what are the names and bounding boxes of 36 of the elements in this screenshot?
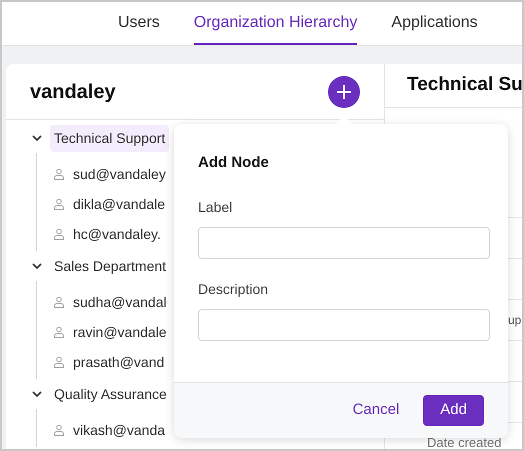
user-item[interactable]: prasath@vand (73, 352, 164, 372)
field-label: Label (198, 198, 234, 216)
dialog-title: Add Node (197, 153, 270, 173)
details-title: Technical Su (407, 73, 522, 98)
add-button[interactable]: Add (423, 395, 484, 426)
user-item[interactable]: sud@vandaley (73, 164, 166, 184)
user-icon (53, 228, 65, 240)
tab[interactable]: Organization Hierarchy (194, 2, 358, 45)
user-icon (53, 168, 65, 180)
tree-node[interactable]: Technical Support (50, 124, 170, 152)
user-icon (53, 326, 65, 338)
tab[interactable]: Applications (391, 2, 478, 45)
tree-node[interactable]: Quality Assurance (50, 380, 171, 408)
tree-title: vandaley (30, 80, 116, 104)
user-item[interactable]: hc@vandaley. (73, 224, 161, 244)
user-icon (53, 356, 65, 368)
tree-node[interactable]: Sales Department (50, 252, 170, 280)
chevron-icon[interactable] (32, 389, 42, 399)
user-item[interactable]: sudha@vandal (73, 292, 167, 312)
cancel-button[interactable]: Cancel (352, 395, 400, 426)
user-item[interactable]: dikla@vandale (73, 194, 166, 214)
field-label: Description (198, 280, 270, 299)
input-field[interactable] (198, 308, 490, 340)
input-field[interactable] (198, 226, 490, 258)
tab[interactable]: Users (118, 2, 160, 45)
add-button[interactable] (328, 76, 360, 108)
user-item[interactable]: ravin@vandale (73, 322, 167, 342)
user-icon (53, 198, 65, 210)
user-item[interactable]: vikash@vanda (73, 420, 166, 440)
chevron-icon[interactable] (32, 261, 42, 271)
detail-value: up (508, 312, 522, 329)
chevron-icon[interactable] (32, 133, 42, 143)
plus-icon (336, 84, 352, 100)
user-icon (53, 296, 65, 308)
field-label: Date created (427, 437, 502, 449)
user-icon (53, 424, 65, 436)
